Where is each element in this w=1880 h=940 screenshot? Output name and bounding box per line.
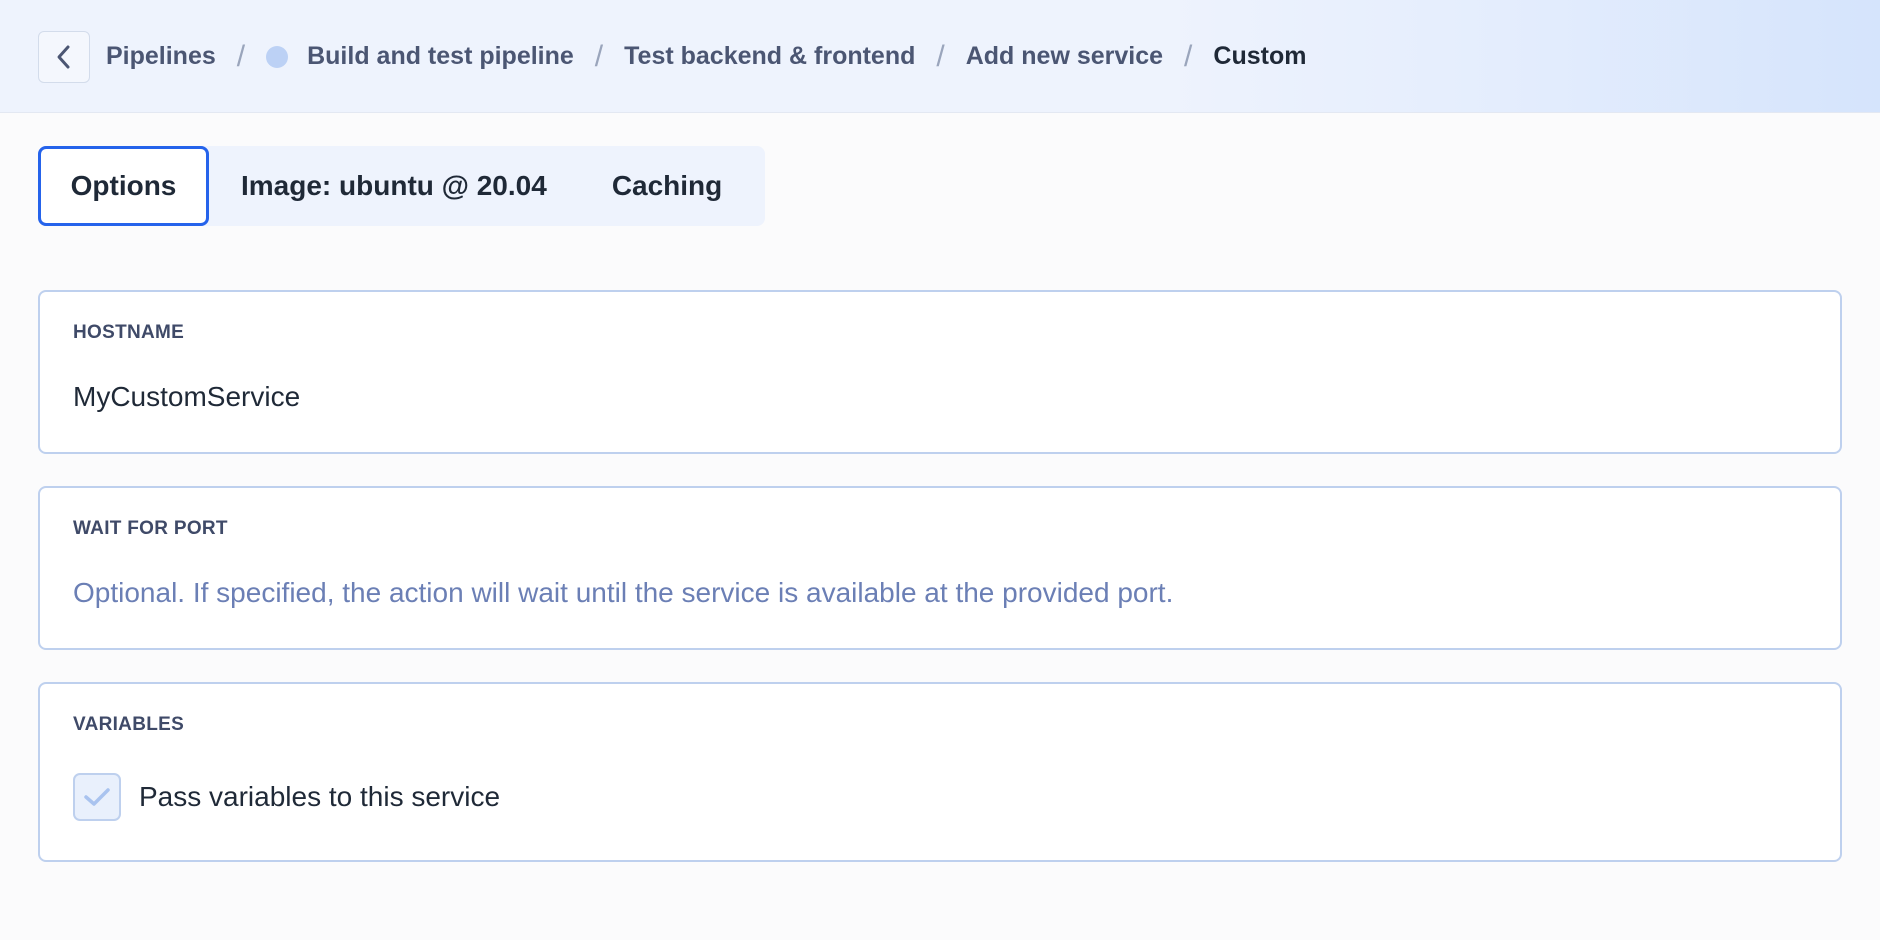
breadcrumb-item-add-service[interactable]: Add new service <box>966 42 1163 71</box>
wait-for-port-field[interactable]: WAIT FOR PORT Optional. If specified, th… <box>38 486 1842 650</box>
pass-variables-label[interactable]: Pass variables to this service <box>139 781 500 813</box>
check-icon <box>84 788 110 806</box>
hostname-input[interactable]: MyCustomService <box>73 381 300 413</box>
back-button[interactable] <box>38 31 90 83</box>
wait-for-port-input[interactable]: Optional. If specified, the action will … <box>73 577 1173 609</box>
variables-label: VARIABLES <box>73 714 185 735</box>
breadcrumb-separator: / <box>236 39 246 73</box>
breadcrumb-separator: / <box>594 39 604 73</box>
header-bar: Pipelines / Build and test pipeline / Te… <box>0 0 1880 113</box>
variables-field: VARIABLES Pass variables to this service <box>38 682 1842 862</box>
hostname-field[interactable]: HOSTNAME MyCustomService <box>38 290 1842 454</box>
pass-variables-checkbox[interactable] <box>73 773 121 821</box>
hostname-label: HOSTNAME <box>73 322 185 343</box>
breadcrumb-item-current: Custom <box>1213 42 1307 70</box>
breadcrumb-item-pipeline[interactable]: Build and test pipeline <box>307 42 574 71</box>
breadcrumb: Pipelines / Build and test pipeline / Te… <box>106 0 1306 113</box>
status-dot <box>266 45 289 68</box>
wait-for-port-label: WAIT FOR PORT <box>73 518 228 539</box>
tab-bar: Options Image: ubuntu @ 20.04 Caching <box>38 146 765 226</box>
tab-options[interactable]: Options <box>38 146 209 226</box>
chevron-left-icon <box>57 45 70 69</box>
breadcrumb-item-pipelines[interactable]: Pipelines <box>106 42 216 71</box>
breadcrumb-item-action[interactable]: Test backend & frontend <box>624 42 915 71</box>
breadcrumb-separator: / <box>1184 39 1193 73</box>
tab-image[interactable]: Image: ubuntu @ 20.04 <box>241 146 547 226</box>
tab-caching[interactable]: Caching <box>612 146 722 226</box>
breadcrumb-separator: / <box>936 39 945 73</box>
